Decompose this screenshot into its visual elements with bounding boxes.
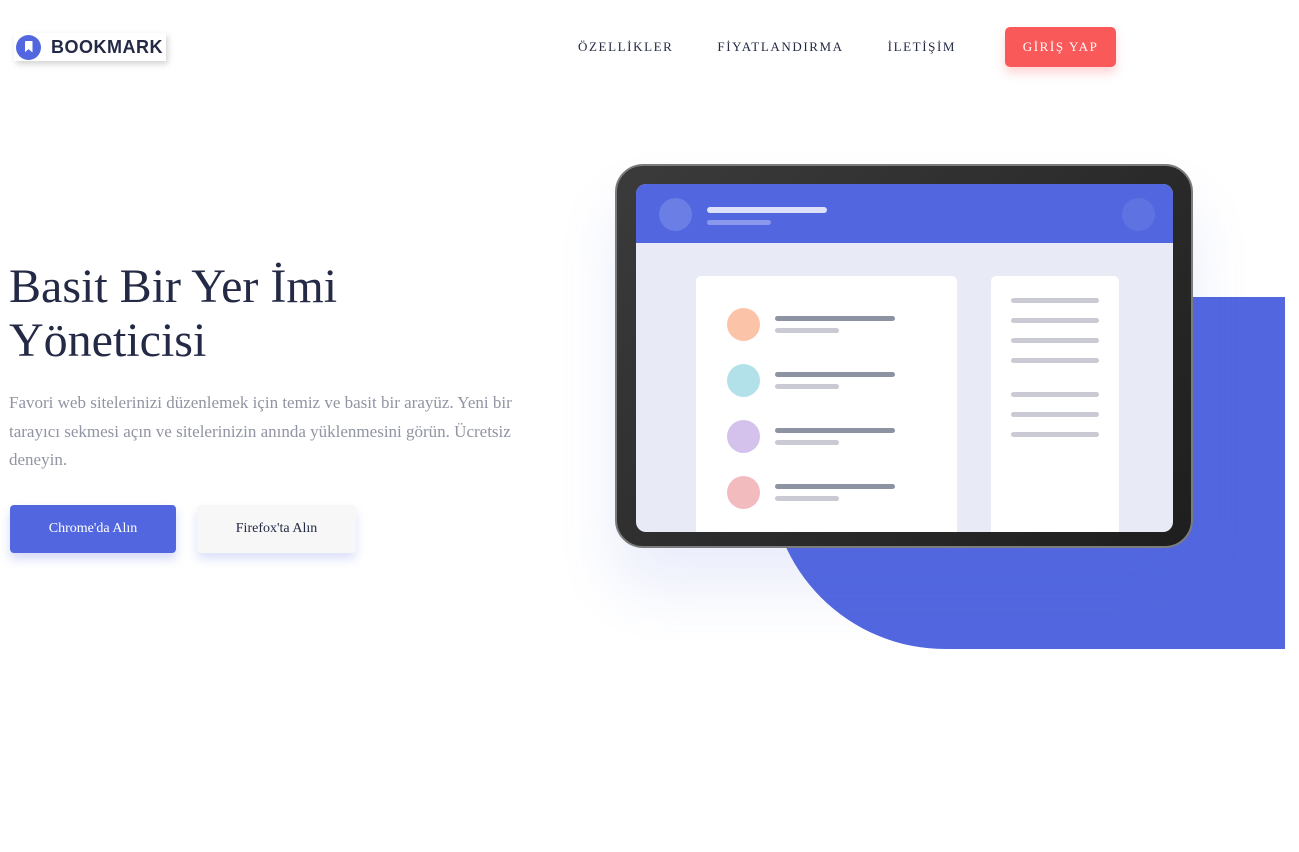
list-item-line xyxy=(775,484,895,489)
menu-placeholder xyxy=(1122,198,1155,231)
firefox-download-button[interactable]: Firefox'ta Alın xyxy=(197,505,356,553)
sidebar-line xyxy=(1011,358,1099,363)
login-button[interactable]: GİRİŞ YAP xyxy=(1005,27,1117,67)
sidebar-line xyxy=(1011,298,1099,303)
bookmark-list-card xyxy=(696,276,957,532)
list-item-line xyxy=(775,372,895,377)
list-item-dot xyxy=(727,308,760,341)
list-item xyxy=(727,420,927,454)
brand-name: BOOKMARK xyxy=(51,36,163,57)
tablet-illustration xyxy=(615,164,1193,548)
main-nav: ÖZELLİKLER FİYATLANDIRMA İLETİŞİM GİRİŞ … xyxy=(556,27,1117,67)
subtitle-placeholder xyxy=(707,220,771,225)
list-item-line xyxy=(775,328,839,333)
screen-header-bar xyxy=(636,184,1173,243)
sidebar-card xyxy=(991,276,1119,532)
nav-link-contact[interactable]: İLETİŞİM xyxy=(866,39,978,55)
hero-description: Favori web sitelerinizi düzenlemek için … xyxy=(9,393,512,469)
sidebar-line xyxy=(1011,432,1099,437)
tablet-screen xyxy=(636,184,1173,532)
list-item xyxy=(727,364,927,398)
list-item xyxy=(727,476,927,510)
list-item-line xyxy=(775,496,839,501)
list-item-line xyxy=(775,440,839,445)
list-item-line xyxy=(775,316,895,321)
list-item-dot xyxy=(727,476,760,509)
nav-link-features[interactable]: ÖZELLİKLER xyxy=(556,39,695,55)
list-item-line xyxy=(775,428,895,433)
sidebar-line xyxy=(1011,392,1099,397)
brand-logo[interactable]: BOOKMARK xyxy=(14,33,166,61)
hero-title: Basit Bir Yer İmi Yöneticisi xyxy=(9,260,338,367)
bookmark-icon xyxy=(16,34,41,60)
chrome-download-button[interactable]: Chrome'da Alın xyxy=(10,505,176,553)
list-item-dot xyxy=(727,364,760,397)
sidebar-line xyxy=(1011,318,1099,323)
sidebar-line xyxy=(1011,338,1099,343)
title-placeholder xyxy=(707,207,827,213)
sidebar-line xyxy=(1011,412,1099,417)
list-item xyxy=(727,308,927,342)
avatar-placeholder xyxy=(659,198,692,231)
list-item-dot xyxy=(727,420,760,453)
list-item-line xyxy=(775,384,839,389)
nav-link-pricing[interactable]: FİYATLANDIRMA xyxy=(695,39,865,55)
